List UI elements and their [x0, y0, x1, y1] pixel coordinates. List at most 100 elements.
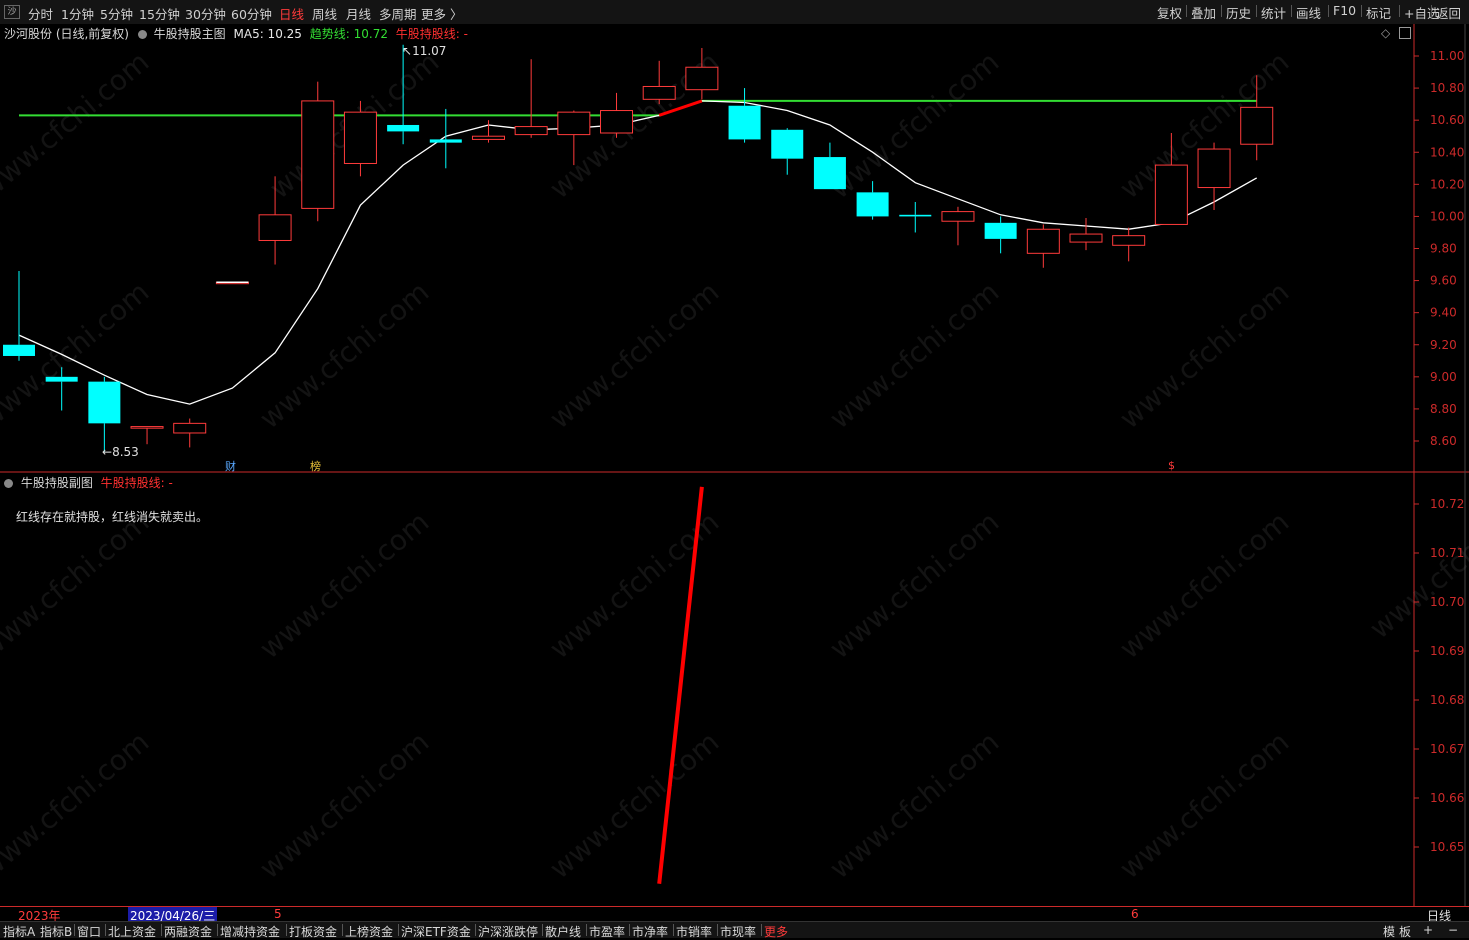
ranking-badge[interactable]: 榜 [310, 458, 321, 474]
candle-body-up [343, 111, 377, 164]
indicator-tab-4[interactable]: 两融资金 [164, 923, 212, 940]
stock-chart[interactable]: www.cfchi.com www.cfchi.com www.cfchi.com w… [0, 0, 1469, 937]
tab-separator [717, 924, 718, 936]
finance-badge[interactable]: 财 [225, 458, 236, 474]
main-indicator-name[interactable]: 牛股持股主图 [154, 27, 226, 41]
strategy-note: 红线存在就持股，红线消失就卖出。 [16, 510, 209, 524]
indicator-tab-bar: 指标A 指标B 窗口 北上资金 两融资金 增减持资金 打板资金 上榜资金 沪深ETF资金 沪深涨跌… [0, 921, 1469, 940]
y-tick-label: 10.60 [1430, 113, 1464, 127]
tab-separator [542, 924, 543, 936]
candle-body-up [258, 214, 292, 241]
indicator-tab-8[interactable]: 沪深ETF资金 [401, 923, 471, 940]
bottom-control-2[interactable]: + [1423, 923, 1433, 937]
indicator-tab-15[interactable]: 更多 [764, 923, 788, 940]
sub-toggle-icon[interactable] [4, 479, 13, 488]
candle-body-up [301, 100, 335, 209]
candle-body-up [1197, 148, 1231, 189]
tab-separator [74, 924, 75, 936]
sub-y-tick-label: 10.70 [1430, 595, 1464, 609]
y-tick-label: 9.40 [1430, 306, 1457, 320]
bottom-control-1[interactable]: 板 [1399, 923, 1411, 940]
indicator-tab-5[interactable]: 增减持资金 [220, 923, 280, 940]
y-tick-label: 11.00 [1430, 49, 1464, 63]
tab-separator [673, 924, 674, 936]
candle-body-down [3, 344, 35, 356]
indicator-tab-12[interactable]: 市净率 [632, 923, 668, 940]
candle-body-down [813, 157, 846, 190]
candle-body-up [600, 110, 634, 134]
time-axis: 2023年 2023/04/26/三 5 6 日线 [0, 906, 1469, 924]
tab-separator [761, 924, 762, 936]
y-tick-label: 10.20 [1430, 177, 1464, 191]
candle-body-down [771, 129, 804, 159]
indicator-tab-7[interactable]: 上榜资金 [345, 923, 393, 940]
indicator-tab-11[interactable]: 市盈率 [589, 923, 625, 940]
indicator-tab-2[interactable]: 窗口 [77, 923, 101, 940]
sub-y-tick-label: 10.65 [1430, 840, 1464, 854]
ma5-value: MA5: 10.25 [233, 27, 302, 41]
month-6-label: 6 [1131, 907, 1139, 921]
sub-indicator-name[interactable]: 牛股持股副图 [21, 476, 93, 490]
y-tick-label: 9.00 [1430, 370, 1457, 384]
indicator-toggle-icon[interactable] [137, 30, 147, 39]
candle-body-up [1069, 233, 1103, 243]
indicator-tab-14[interactable]: 市现率 [720, 923, 756, 940]
candle-body-up [1240, 106, 1274, 145]
indicator-tab-10[interactable]: 散户线 [545, 923, 581, 940]
candle-body-up [642, 85, 676, 100]
low-price-label: ←8.53 [102, 445, 139, 459]
sub-chart-header: 牛股持股副图 牛股持股线: - [4, 474, 173, 491]
tab-separator [398, 924, 399, 936]
sub-y-tick-label: 10.67 [1430, 742, 1464, 756]
sub-y-tick-label: 10.72 [1430, 497, 1464, 511]
indicator-tab-13[interactable]: 市销率 [676, 923, 712, 940]
sub-y-tick-label: 10.68 [1430, 693, 1464, 707]
candle-body-up [685, 66, 719, 91]
y-tick-label: 10.80 [1430, 81, 1464, 95]
indicator-tab-1[interactable]: 指标B [40, 923, 72, 940]
tab-separator [217, 924, 218, 936]
y-tick-label: 10.40 [1430, 145, 1464, 159]
diamond-icon[interactable]: ◇ [1381, 26, 1390, 40]
tab-separator [286, 924, 287, 936]
tab-separator [161, 924, 162, 936]
candle-body-up [1026, 228, 1060, 254]
candle-body-down [856, 192, 889, 217]
indicator-tab-6[interactable]: 打板资金 [289, 923, 337, 940]
sub-hold-line-value: 牛股持股线: - [100, 476, 173, 490]
signal-badge[interactable]: $ [1168, 459, 1175, 472]
indicator-tab-9[interactable]: 沪深涨跌停 [478, 923, 538, 940]
candle-body-down [88, 381, 121, 424]
hold-line-value: 牛股持股线: - [395, 27, 468, 41]
tab-separator [586, 924, 587, 936]
y-tick-label: 9.20 [1430, 338, 1457, 352]
window-maximize-icon[interactable] [1399, 27, 1411, 39]
candle-body-up [557, 111, 591, 136]
candle-body-up [173, 422, 207, 434]
candle-body-down [45, 376, 78, 382]
y-tick-label: 10.00 [1430, 209, 1464, 223]
y-tick-label: 8.60 [1430, 434, 1457, 448]
main-chart-header: 沙河股份 (日线,前复权) 牛股持股主图 MA5: 10.25 趋势线: 10.… [4, 25, 468, 42]
candle-body-down [899, 214, 932, 217]
candle-body-up [514, 126, 548, 136]
trend-value: 趋势线: 10.72 [309, 27, 388, 41]
y-tick-label: 9.80 [1430, 242, 1457, 256]
bottom-control-0[interactable]: 模 [1383, 923, 1395, 940]
indicator-tab-3[interactable]: 北上资金 [108, 923, 156, 940]
candle-body-down [728, 105, 761, 140]
tab-separator [342, 924, 343, 936]
candle-body-down [429, 139, 462, 143]
sub-y-tick-label: 10.66 [1430, 791, 1464, 805]
indicator-tab-0[interactable]: 指标A [3, 923, 35, 940]
candle-body-up [1154, 164, 1188, 225]
bottom-control-3[interactable]: − [1448, 923, 1458, 937]
candle-body-down [984, 222, 1017, 239]
tab-separator [629, 924, 630, 936]
stock-title[interactable]: 沙河股份 (日线,前复权) [4, 27, 129, 41]
candle-7 [301, 81, 335, 222]
candle-body-down [387, 124, 420, 132]
high-price-label: ↖11.07 [402, 44, 447, 58]
tab-separator [475, 924, 476, 936]
candle-body-up [941, 211, 975, 222]
